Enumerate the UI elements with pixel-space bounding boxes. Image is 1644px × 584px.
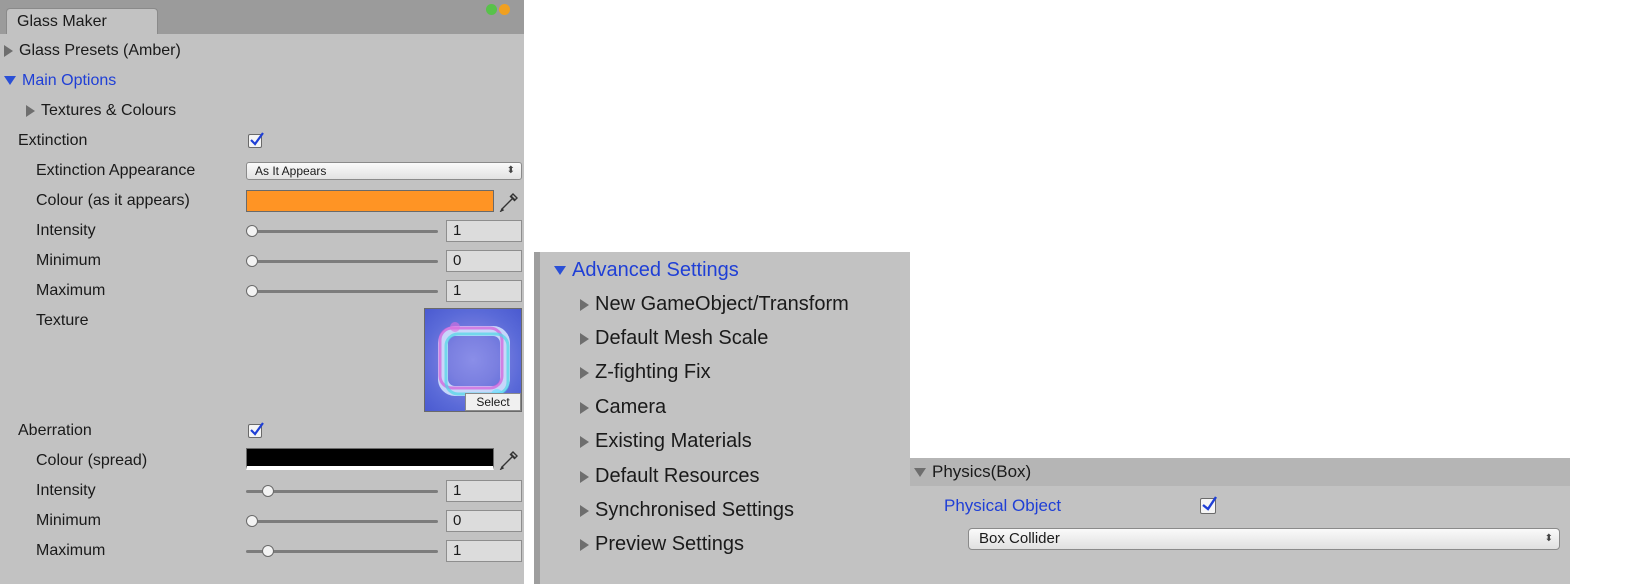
dropdown-arrows-icon: ⬍ (1544, 533, 1553, 544)
aberration-maximum-label: Maximum (36, 542, 106, 559)
texture-select-button[interactable]: Select (465, 393, 521, 411)
aberration-checkbox[interactable] (248, 422, 264, 438)
check-icon (1202, 496, 1217, 511)
extinction-maximum-label: Maximum (36, 282, 106, 299)
slider-thumb[interactable] (262, 545, 274, 557)
extinction-colour-label: Colour (as it appears) (36, 192, 190, 209)
advanced-item-label: Default Mesh Scale (595, 327, 769, 349)
advanced-item-label: New GameObject/Transform (595, 293, 849, 315)
advanced-item-z-fighting-fix[interactable]: Z-fighting Fix (580, 360, 711, 384)
textures-colours-label: Textures & Colours (41, 102, 177, 119)
advanced-settings-title: Advanced Settings (572, 259, 739, 281)
advanced-item-default-resources[interactable]: Default Resources (580, 464, 760, 488)
slider-thumb[interactable] (246, 255, 258, 267)
window-buttons (486, 2, 512, 20)
slider-thumb[interactable] (262, 485, 274, 497)
check-icon (250, 132, 264, 146)
triangle-down-icon (914, 468, 926, 478)
triangle-right-icon (580, 366, 589, 379)
advanced-item-default-mesh-scale[interactable]: Default Mesh Scale (580, 326, 768, 350)
slider-thumb[interactable] (246, 285, 258, 297)
aberration-colour-label: Colour (spread) (36, 452, 148, 469)
advanced-item-existing-materials[interactable]: Existing Materials (580, 429, 752, 453)
triangle-right-icon (580, 538, 589, 551)
extinction-colour-swatch[interactable] (246, 190, 494, 212)
extinction-minimum-field[interactable]: 0 (446, 250, 522, 272)
slider-thumb[interactable] (246, 515, 258, 527)
physics-header-label: Physics(Box) (932, 462, 1032, 481)
advanced-item-camera[interactable]: Camera (580, 395, 666, 419)
extinction-minimum-slider[interactable] (250, 260, 438, 263)
extinction-maximum-field[interactable]: 1 (446, 280, 522, 302)
advanced-item-label: Z-fighting Fix (595, 361, 711, 383)
triangle-right-icon (580, 332, 589, 345)
physics-panel: Physics(Box) Physical Object Box Collide… (910, 458, 1570, 584)
triangle-right-icon (580, 435, 589, 448)
triangle-right-icon (580, 470, 589, 483)
extinction-texture-label: Texture (36, 312, 89, 329)
triangle-right-icon (26, 104, 35, 117)
extinction-intensity-label: Intensity (36, 222, 96, 239)
collider-dropdown[interactable]: Box Collider ⬍ (968, 528, 1560, 550)
extinction-maximum-slider[interactable] (250, 290, 438, 293)
extinction-label: Extinction (18, 132, 88, 149)
advanced-item-label: Existing Materials (595, 430, 752, 452)
check-icon (250, 422, 264, 436)
eyedropper-icon[interactable] (498, 448, 522, 471)
physics-header-bar[interactable]: Physics(Box) (910, 458, 1570, 486)
physical-object-label: Physical Object (944, 496, 1062, 515)
eyedropper-shape (499, 193, 518, 213)
main-options-foldout[interactable]: Main Options (4, 71, 116, 91)
dropdown-arrows-icon: ⬍ (506, 165, 515, 176)
aberration-label: Aberration (18, 422, 92, 439)
main-options-label: Main Options (22, 72, 117, 89)
tab-glass-maker[interactable]: Glass Maker (6, 8, 158, 34)
extinction-minimum-label: Minimum (36, 252, 101, 269)
advanced-item-label: Camera (595, 396, 667, 418)
advanced-item-preview-settings[interactable]: Preview Settings (580, 532, 744, 556)
advanced-item-label: Default Resources (595, 465, 760, 487)
aberration-intensity-slider[interactable] (246, 490, 438, 493)
triangle-right-icon (580, 401, 589, 414)
tab-bar: Glass Maker (0, 0, 524, 34)
collider-value: Box Collider (979, 530, 1060, 547)
triangle-down-icon (554, 266, 566, 276)
aberration-minimum-label: Minimum (36, 512, 101, 529)
advanced-item-label: Preview Settings (595, 533, 744, 555)
eyedropper-shape (499, 451, 518, 471)
physics-foldout[interactable]: Physics(Box) (914, 462, 1031, 482)
aberration-minimum-slider[interactable] (250, 520, 438, 523)
glass-presets-foldout[interactable]: Glass Presets (Amber) (4, 41, 181, 61)
extinction-intensity-slider[interactable] (250, 230, 438, 233)
slider-thumb[interactable] (246, 225, 258, 237)
triangle-right-icon (4, 44, 13, 57)
extinction-appearance-label: Extinction Appearance (36, 162, 196, 179)
triangle-right-icon (580, 298, 589, 311)
minimize-dot-icon[interactable] (499, 4, 510, 15)
extinction-appearance-dropdown[interactable]: As It Appears ⬍ (246, 162, 522, 180)
aberration-maximum-slider[interactable] (246, 550, 438, 553)
advanced-settings-panel: Advanced Settings New GameObject/Transfo… (534, 252, 910, 584)
maximize-dot-icon[interactable] (486, 4, 497, 15)
aberration-intensity-label: Intensity (36, 482, 96, 499)
physical-object-checkbox[interactable] (1200, 496, 1217, 514)
glass-maker-panel: Glass Maker Glass Presets (Amber) Main O… (0, 0, 524, 584)
extinction-intensity-field[interactable]: 1 (446, 220, 522, 242)
aberration-colour-swatch[interactable] (246, 448, 494, 470)
advanced-item-label: Synchronised Settings (595, 499, 795, 521)
eyedropper-icon[interactable] (498, 190, 522, 213)
aberration-minimum-field[interactable]: 0 (446, 510, 522, 532)
triangle-right-icon (580, 504, 589, 517)
aberration-intensity-field[interactable]: 1 (446, 480, 522, 502)
advanced-item-new-gameobject[interactable]: New GameObject/Transform (580, 292, 849, 316)
triangle-down-icon (4, 76, 16, 86)
texture-thumbnail[interactable]: Select (424, 308, 522, 412)
glass-presets-label: Glass Presets (Amber) (19, 42, 181, 59)
textures-colours-foldout[interactable]: Textures & Colours (26, 101, 176, 121)
advanced-settings-foldout[interactable]: Advanced Settings (554, 258, 739, 282)
extinction-appearance-value: As It Appears (255, 164, 327, 178)
advanced-item-synchronised-settings[interactable]: Synchronised Settings (580, 498, 794, 522)
extinction-checkbox[interactable] (248, 132, 264, 148)
aberration-maximum-field[interactable]: 1 (446, 540, 522, 562)
